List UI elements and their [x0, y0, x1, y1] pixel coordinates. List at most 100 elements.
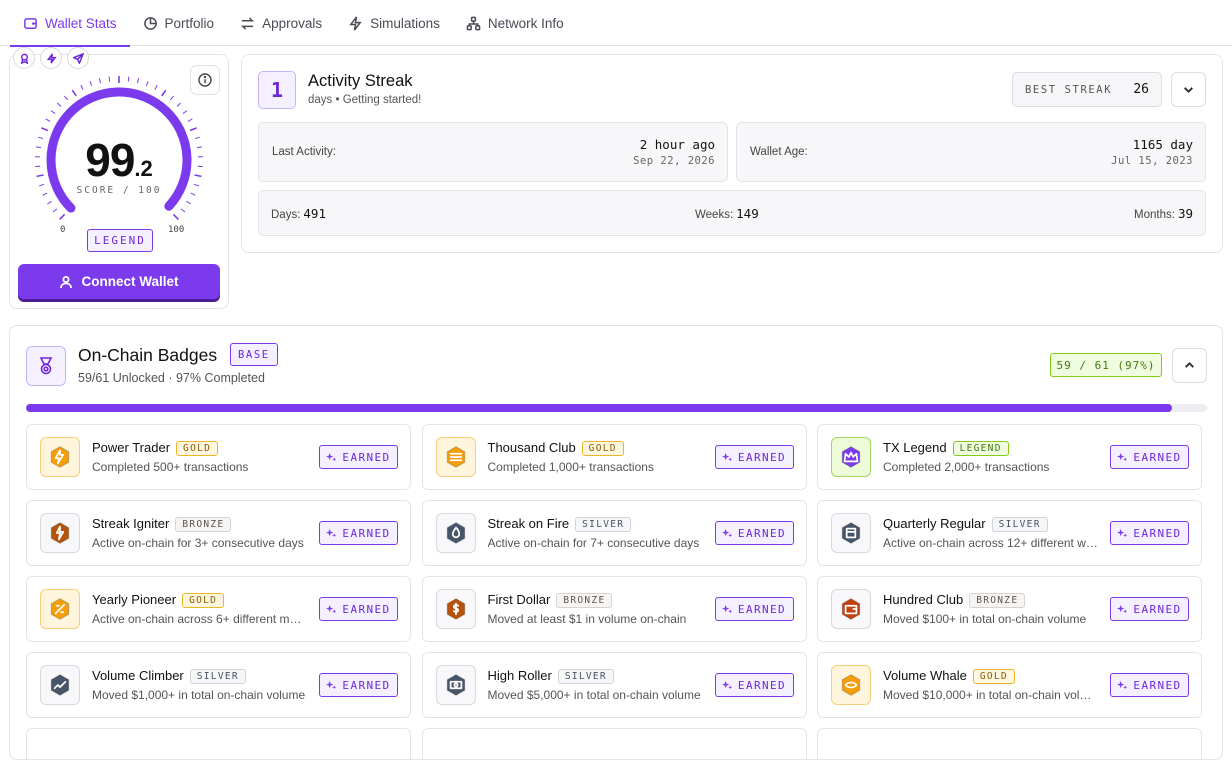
badges-collapse-button[interactable]	[1172, 348, 1207, 383]
badge-card-partial[interactable]	[817, 728, 1202, 759]
earned-label: EARNED	[1133, 450, 1182, 464]
best-streak-label: BEST STREAK	[1025, 83, 1113, 96]
badge-card[interactable]: Quarterly Regular SILVER Active on-chain a…	[817, 500, 1202, 566]
badge-tier: BRONZE	[556, 593, 613, 608]
badge-description: Moved $100+ in total on-chain volume	[883, 612, 1087, 626]
earned-badge: EARNED	[1110, 521, 1189, 545]
badge-card[interactable]: High Roller SILVER Moved $5,000+ in total …	[421, 652, 807, 718]
arrows-swap-icon	[241, 16, 255, 30]
badge-card[interactable]: Thousand Club GOLD Completed 1,000+ transa…	[421, 424, 807, 490]
badge-tier: GOLD	[182, 593, 225, 608]
gauge-tick	[56, 102, 62, 107]
sparkle-icon	[721, 680, 733, 689]
badge-description: Moved $5,000+ in total on-chain volume	[487, 688, 701, 702]
badge-title: Streak on Fire	[487, 516, 570, 531]
badge-description: Moved $10,000+ in total on-chain volume	[883, 688, 1098, 702]
tab-wallet-stats[interactable]: Wallet Stats	[10, 0, 130, 47]
score-decimal: .2	[134, 156, 153, 181]
earned-badge: EARNED	[1110, 445, 1189, 469]
earned-label: EARNED	[737, 678, 787, 692]
dollar-badge-icon	[435, 589, 476, 629]
badge-card[interactable]: TX Legend LEGEND Completed 2,000+ transact…	[817, 424, 1202, 490]
last-activity-date: Sep 22, 2026	[633, 155, 715, 167]
badge-tier: GOLD	[581, 441, 624, 456]
earned-label: EARNED	[737, 526, 787, 540]
gauge-tick	[189, 127, 197, 132]
badge-title: Volume Whale	[883, 668, 967, 683]
badge-name: Quarterly Regular SILVER	[883, 516, 1048, 532]
sparkle-icon	[1117, 604, 1128, 613]
badge-tier: LEGEND	[952, 441, 1009, 456]
weeks-label: Weeks:	[695, 209, 734, 221]
badge-card[interactable]: Hundred Club BRONZE Moved $100+ in total o…	[817, 576, 1202, 642]
badge-card-partial[interactable]	[26, 728, 411, 759]
tab-portfolio[interactable]: Portfolio	[130, 0, 228, 46]
best-streak-box: BEST STREAK 26	[1012, 72, 1162, 107]
chevron-up-icon	[1185, 361, 1194, 368]
gauge-tick	[50, 110, 56, 114]
badge-name: Streak Igniter BRONZE	[92, 516, 232, 532]
badge-name: Volume Climber SILVER	[92, 668, 246, 684]
gauge-tick	[136, 78, 140, 84]
gauge-tick	[187, 118, 193, 122]
tab-simulations[interactable]: Simulations	[335, 0, 453, 46]
badges-progress-bar	[26, 404, 1207, 412]
months-label: Months:	[1134, 209, 1175, 221]
badge-card[interactable]: Streak on Fire SILVER Active on-chain for …	[421, 500, 807, 566]
activity-counts-box: Days: 491 Weeks: 149 Months: 39	[258, 190, 1206, 236]
badge-description: Active on-chain across 6+ different mont…	[92, 612, 307, 626]
sparkle-icon	[1117, 528, 1128, 537]
thousand-club-badge-icon	[435, 437, 476, 477]
crown-badge-icon	[831, 437, 871, 477]
gauge-tick	[89, 81, 93, 87]
badge-tier: GOLD	[972, 669, 1015, 684]
tab-label: Simulations	[370, 15, 440, 31]
badge-card[interactable]: Power Trader GOLD Completed 500+ transacti…	[26, 424, 411, 490]
badge-tier: SILVER	[991, 517, 1048, 532]
score-main: 99	[85, 134, 135, 186]
earned-badge: EARNED	[319, 597, 398, 621]
badge-card[interactable]: Volume Whale GOLD Moved $10,000+ in total …	[817, 652, 1202, 718]
tab-network-info[interactable]: Network Info	[453, 0, 577, 46]
badge-description: Completed 2,000+ transactions	[883, 460, 1050, 474]
earned-badge: EARNED	[1110, 673, 1189, 697]
gauge-min-label: 0	[60, 225, 66, 235]
badge-tier: SILVER	[575, 517, 632, 532]
weeks-value: 149	[736, 206, 759, 221]
days-count: Days: 491	[271, 206, 326, 221]
badge-tier: SILVER	[189, 669, 246, 684]
connect-wallet-button[interactable]: Connect Wallet	[18, 264, 220, 299]
earned-badge: EARNED	[714, 445, 794, 469]
gauge-tick	[145, 81, 149, 87]
score-tier-badge: LEGEND	[87, 229, 153, 252]
trend-badge-icon	[40, 665, 80, 705]
wallet-age-box: Wallet Age: 1165 day Jul 15, 2023	[736, 122, 1206, 182]
tab-approvals[interactable]: Approvals	[227, 0, 335, 46]
gauge-tick	[108, 76, 111, 82]
badge-name: Power Trader GOLD	[92, 440, 219, 456]
badge-card[interactable]: Volume Climber SILVER Moved $1,000+ in tot…	[26, 652, 411, 718]
days-label: Days:	[271, 209, 301, 221]
badge-name: High Roller SILVER	[488, 668, 614, 684]
sparkle-icon	[1117, 680, 1128, 689]
wallet-badge-icon	[831, 589, 871, 629]
badge-title: Volume Climber	[92, 668, 184, 683]
gauge-tick	[176, 102, 182, 107]
earned-label: EARNED	[342, 602, 391, 616]
badge-card[interactable]: Streak Igniter BRONZE Active on-chain for …	[26, 500, 411, 566]
earned-label: EARNED	[737, 602, 787, 616]
tab-label: Network Info	[487, 15, 564, 31]
badge-card[interactable]: Yearly Pioneer GOLD Active on-chain across…	[26, 576, 411, 642]
gauge-tick	[47, 200, 52, 205]
earned-label: EARNED	[1133, 526, 1182, 540]
earned-badge: EARNED	[319, 673, 398, 697]
badge-name: Volume Whale GOLD	[883, 668, 1015, 684]
earned-badge: EARNED	[1110, 597, 1189, 621]
badge-card[interactable]: First Dollar BRONZE Moved at least $1 in v…	[421, 576, 807, 642]
months-count: Months: 39	[1134, 206, 1193, 221]
last-activity-value: 2 hour ago	[639, 137, 715, 152]
badge-card-partial[interactable]	[421, 728, 807, 759]
sparkle-icon	[326, 452, 337, 461]
gauge-max-label: 100	[168, 225, 185, 235]
streak-expand-button[interactable]	[1171, 72, 1206, 107]
